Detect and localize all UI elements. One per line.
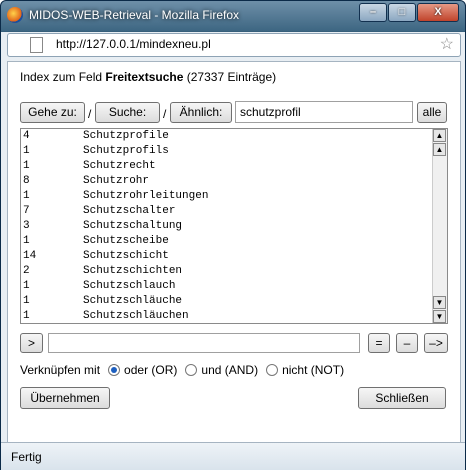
url-bar[interactable]: http://127.0.0.1/mindexneu.pl ☆ (7, 33, 461, 57)
firefox-icon (7, 7, 23, 23)
list-scrollbar[interactable]: ▲ ▲ ▼ ▼ (432, 129, 447, 323)
forward-button[interactable]: > (20, 333, 43, 353)
not-label[interactable]: nicht (NOT) (282, 363, 344, 377)
page-icon (30, 37, 43, 53)
search-input[interactable] (235, 101, 413, 123)
or-label[interactable]: oder (OR) (124, 363, 177, 377)
scroll-top-icon[interactable]: ▲ (433, 129, 446, 142)
heading-field: Freitextsuche (105, 70, 184, 84)
list-item[interactable]: 1 Schutzprofils (21, 144, 447, 159)
list-item[interactable]: 1 Schutzschlauch (21, 279, 447, 294)
operator-row: Verknüpfen mit oder (OR) und (AND) nicht… (20, 363, 344, 377)
or-radio[interactable] (108, 364, 121, 376)
browser-window: MIDOS-WEB-Retrieval - Mozilla Firefox – … (0, 0, 466, 470)
heading-count: (27337 Einträge) (186, 70, 277, 84)
goto-button[interactable]: Gehe zu: (20, 102, 85, 123)
all-button[interactable]: alle (417, 102, 447, 123)
index-list[interactable]: 4 Schutzprofile 1 Schutzprofils 1 Schutzrec… (20, 128, 448, 324)
bookmark-star-icon[interactable]: ☆ (440, 34, 454, 54)
nav-input[interactable] (48, 333, 360, 353)
separator-1: / (88, 107, 92, 121)
scroll-bottom-icon[interactable]: ▼ (433, 310, 446, 323)
list-item[interactable]: 1 Schutzrohrleitungen (21, 189, 447, 204)
list-item[interactable]: 14 Schutzschicht (21, 249, 447, 264)
operator-label: Verknüpfen mit (20, 363, 101, 377)
and-radio[interactable] (185, 364, 198, 376)
equals-button[interactable]: = (368, 333, 390, 353)
scroll-down-icon[interactable]: ▼ (433, 296, 446, 309)
search-button[interactable]: Suche: (95, 102, 160, 123)
similar-button[interactable]: Ähnlich: (170, 102, 232, 123)
list-item[interactable]: 4 Schutzprofile (21, 129, 447, 144)
status-bar: Fertig (1, 442, 465, 470)
page-content: Index zum Feld Freitextsuche (27337 Eint… (7, 61, 461, 443)
window-title: MIDOS-WEB-Retrieval - Mozilla Firefox (29, 8, 240, 22)
apply-button[interactable]: Übernehmen (20, 387, 110, 409)
window-controls: – □ X (358, 3, 459, 22)
list-item[interactable]: 3 Schutzschaltung (21, 219, 447, 234)
minimize-button[interactable]: – (359, 3, 387, 22)
close-button[interactable]: Schließen (358, 387, 446, 409)
list-item[interactable]: 1 Schutzscheibe (21, 234, 447, 249)
list-item[interactable]: 7 Schutzschalter (21, 204, 447, 219)
status-text: Fertig (11, 450, 42, 464)
arrow-button[interactable]: –> (424, 333, 448, 353)
not-radio[interactable] (266, 364, 279, 376)
separator-2: / (163, 107, 167, 121)
scroll-up-icon[interactable]: ▲ (433, 143, 446, 156)
list-item[interactable]: 1 Schutzschläuchen (21, 309, 447, 323)
page-heading: Index zum Feld Freitextsuche (27337 Eint… (20, 70, 276, 84)
minus-button[interactable]: – (396, 333, 418, 353)
and-label[interactable]: und (AND) (201, 363, 258, 377)
maximize-button[interactable]: □ (388, 3, 416, 22)
url-text[interactable]: http://127.0.0.1/mindexneu.pl (56, 37, 211, 51)
list-item[interactable]: 2 Schutzschichten (21, 264, 447, 279)
list-item[interactable]: 8 Schutzrohr (21, 174, 447, 189)
list-item[interactable]: 1 Schutzrecht (21, 159, 447, 174)
heading-prefix: Index zum Feld (20, 70, 106, 84)
title-bar: MIDOS-WEB-Retrieval - Mozilla Firefox – … (1, 1, 465, 31)
list-item[interactable]: 1 Schutzschläuche (21, 294, 447, 309)
close-window-button[interactable]: X (417, 3, 459, 22)
